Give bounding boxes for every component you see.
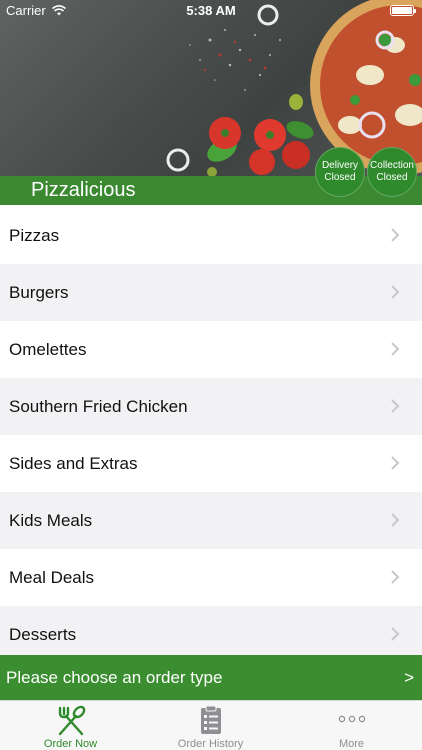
delivery-status-badge[interactable]: Delivery Closed [315, 147, 365, 197]
chevron-right-icon [391, 627, 400, 641]
menu-item-omelettes[interactable]: Omelettes [0, 321, 422, 378]
order-type-arrow-icon: > [404, 668, 414, 687]
battery-icon [390, 5, 416, 16]
chevron-right-icon [391, 228, 400, 242]
menu-category-list: Pizzas Burgers Omelettes Southern Fried … [0, 207, 422, 663]
menu-item-sides-and-extras[interactable]: Sides and Extras [0, 435, 422, 492]
header-hero: Carrier 5:38 AM Pizzalicious Delivery Cl… [0, 0, 422, 205]
tab-order-now[interactable]: Order Now [0, 701, 141, 750]
status-bar: Carrier 5:38 AM [0, 0, 422, 22]
status-time: 5:38 AM [186, 3, 236, 18]
menu-item-label: Desserts [9, 624, 77, 644]
chevron-right-icon [391, 570, 400, 584]
tab-order-history[interactable]: Order History [140, 701, 281, 750]
choose-order-type-button[interactable]: Please choose an order type > [0, 655, 422, 700]
delivery-badge-line1: Delivery [321, 160, 359, 171]
menu-item-label: Burgers [9, 282, 69, 302]
menu-item-label: Sides and Extras [9, 453, 138, 473]
collection-status-badge[interactable]: Collection Closed [367, 147, 417, 197]
chevron-right-icon [391, 342, 400, 356]
menu-item-label: Pizzas [9, 225, 60, 245]
chevron-right-icon [391, 399, 400, 413]
menu-item-label: Meal Deals [9, 567, 95, 587]
menu-item-label: Kids Meals [9, 510, 93, 530]
menu-item-kids-meals[interactable]: Kids Meals [0, 492, 422, 549]
collection-badge-line1: Collection [370, 160, 414, 171]
tab-label: Order History [177, 738, 244, 750]
clipboard-list-icon [200, 705, 221, 734]
tab-bar: Order Now Order History More [0, 700, 422, 750]
chevron-right-icon [391, 456, 400, 470]
collection-badge-line2: Closed [376, 172, 408, 183]
menu-item-meal-deals[interactable]: Meal Deals [0, 549, 422, 606]
chevron-right-icon [391, 513, 400, 527]
menu-item-burgers[interactable]: Burgers [0, 264, 422, 321]
menu-item-label: Omelettes [9, 339, 87, 359]
chevron-right-icon [391, 285, 400, 299]
tab-more[interactable]: More [281, 701, 422, 750]
menu-item-pizzas[interactable]: Pizzas [0, 207, 422, 264]
more-dots-icon [338, 715, 365, 723]
delivery-badge-line2: Closed [324, 172, 356, 183]
fork-knife-icon [58, 705, 85, 736]
order-type-label: Please choose an order type [6, 668, 223, 687]
menu-item-southern-fried-chicken[interactable]: Southern Fried Chicken [0, 378, 422, 435]
restaurant-name: Pizzalicious [31, 179, 136, 201]
tab-label: More [338, 738, 365, 750]
tab-label: Order Now [43, 738, 98, 750]
menu-item-label: Southern Fried Chicken [9, 396, 188, 416]
